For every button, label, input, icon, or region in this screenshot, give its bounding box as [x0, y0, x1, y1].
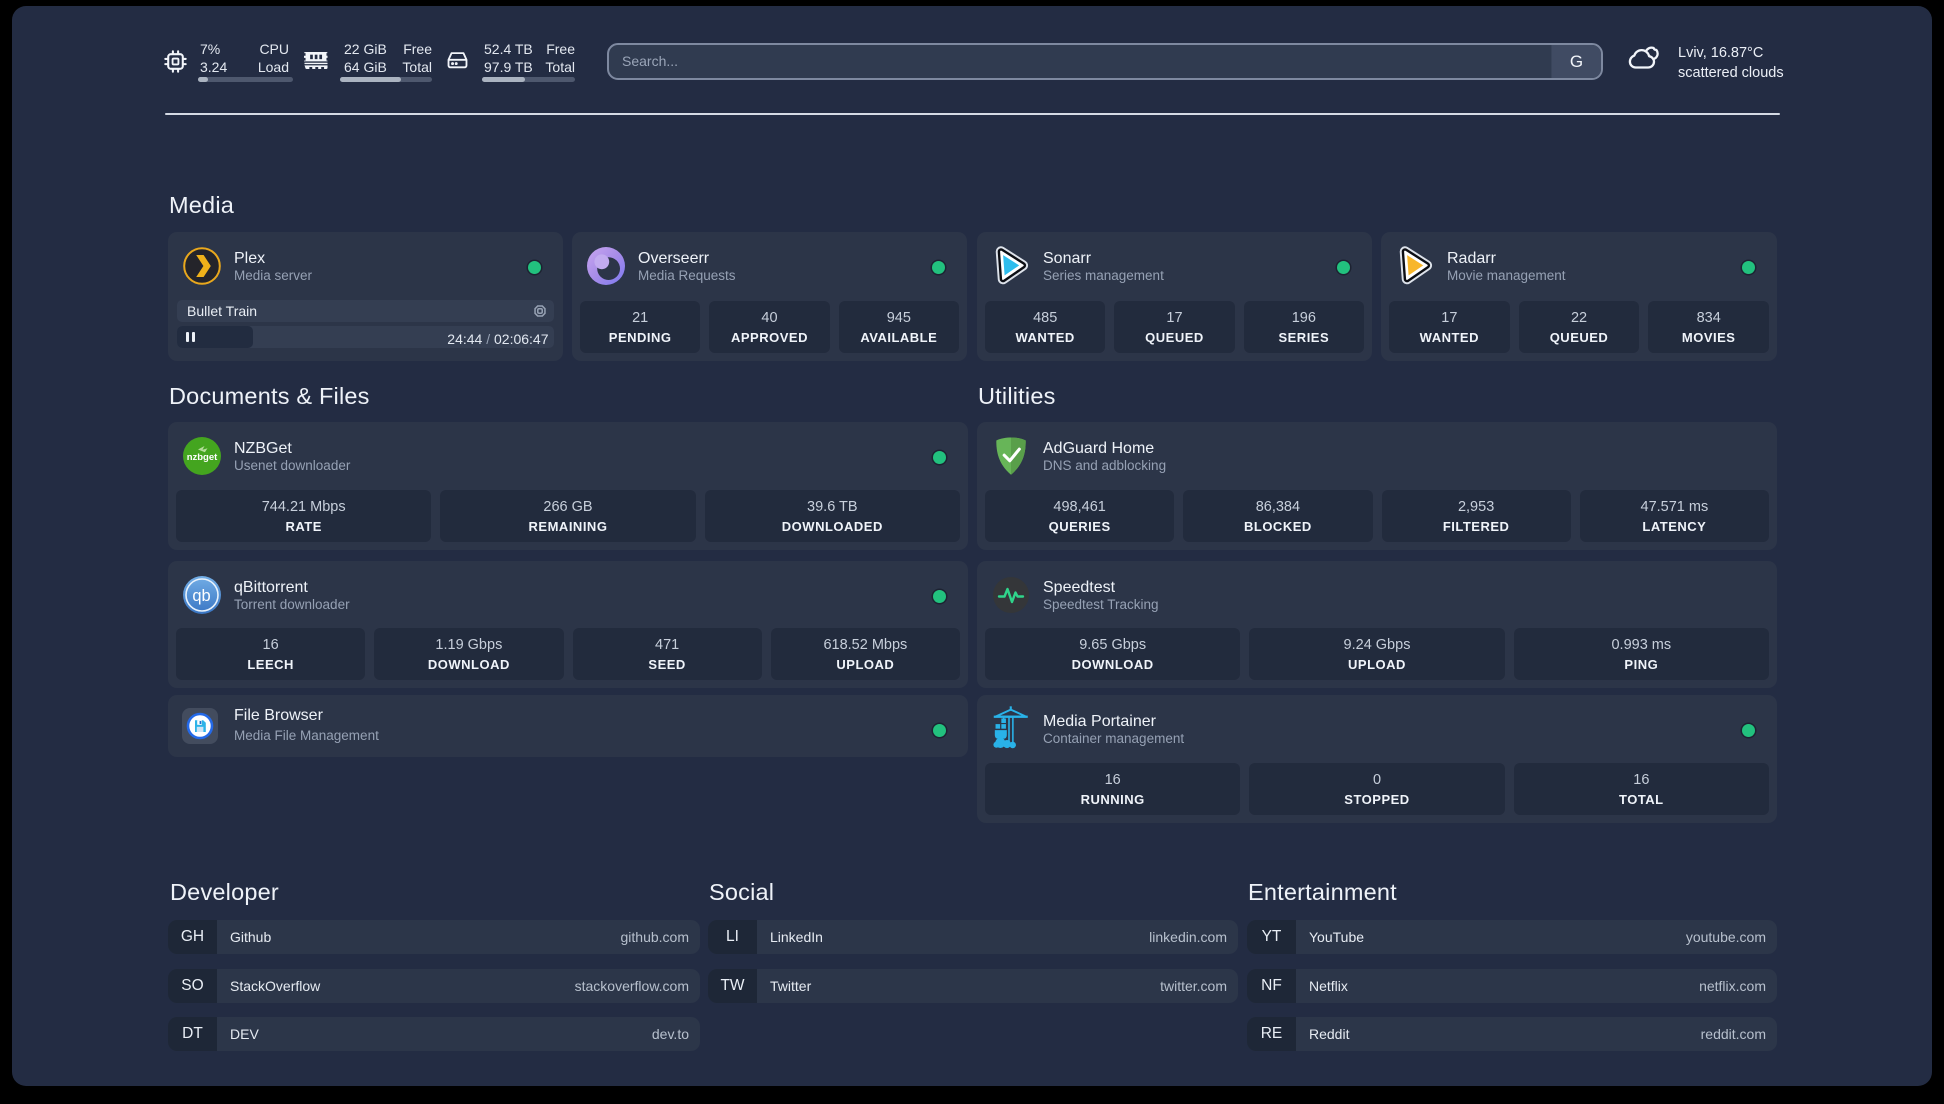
svg-text:qb: qb [192, 587, 210, 605]
svg-text:nzbget: nzbget [187, 452, 218, 463]
